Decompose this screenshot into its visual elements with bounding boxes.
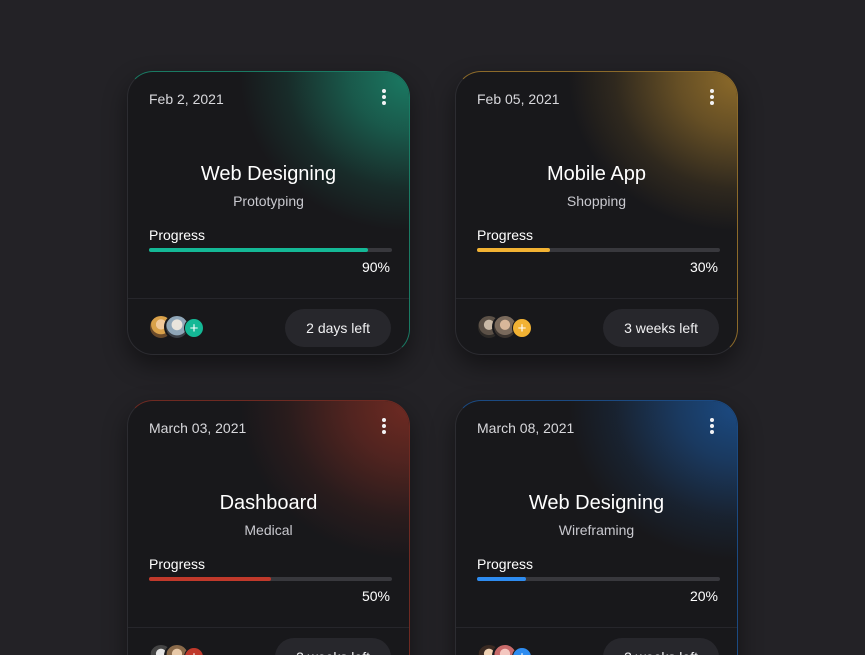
add-member-icon[interactable]: + [184,647,204,655]
project-card-grid: Feb 2, 2021 Web Designing Prototyping Pr… [0,0,865,655]
due-badge[interactable]: 3 weeks left [275,638,391,655]
member-avatars: + [476,643,556,655]
progress-label: Progress [149,227,206,243]
card-date: Feb 05, 2021 [477,91,560,107]
card-title: Web Designing [528,492,665,514]
more-options-icon[interactable] [705,417,719,435]
more-options-icon[interactable] [705,88,719,106]
card-title: Mobile App [547,163,646,185]
card-divider [456,627,737,628]
card-subtitle: Medical [244,522,293,538]
card-divider [456,298,737,299]
card-subtitle: Wireframing [558,522,635,538]
project-card[interactable]: March 08, 2021 Web Designing Wireframing… [455,400,738,655]
progress-percent: 50% [361,588,390,604]
add-member-icon[interactable]: + [184,318,204,338]
progress-track [149,248,392,252]
card-date: March 08, 2021 [477,420,575,436]
progress-track [477,577,720,581]
progress-track [477,248,720,252]
progress-percent: 30% [689,259,718,275]
card-subtitle: Prototyping [233,193,304,209]
card-divider [128,627,409,628]
due-badge[interactable]: 3 weeks left [603,638,719,655]
progress-label: Progress [477,227,534,243]
card-title: Dashboard [219,492,318,514]
card-divider [128,298,409,299]
project-card[interactable]: Feb 2, 2021 Web Designing Prototyping Pr… [127,71,410,355]
due-badge[interactable]: 2 days left [285,309,391,347]
card-title: Web Designing [200,163,337,185]
add-member-icon[interactable]: + [512,318,532,338]
member-avatars: + [148,314,228,342]
progress-fill [477,577,526,581]
progress-track [149,577,392,581]
add-member-icon[interactable]: + [512,647,532,655]
progress-fill [149,577,271,581]
progress-label: Progress [477,556,534,572]
member-avatars: + [476,314,556,342]
progress-fill [477,248,550,252]
more-options-icon[interactable] [377,417,391,435]
project-card[interactable]: Feb 05, 2021 Mobile App Shopping Progres… [455,71,738,355]
card-date: March 03, 2021 [149,420,247,436]
card-subtitle: Shopping [566,193,627,209]
card-date: Feb 2, 2021 [149,91,224,107]
progress-percent: 90% [361,259,390,275]
progress-percent: 20% [689,588,718,604]
more-options-icon[interactable] [377,88,391,106]
progress-fill [149,248,368,252]
due-badge[interactable]: 3 weeks left [603,309,719,347]
project-card[interactable]: March 03, 2021 Dashboard Medical Progres… [127,400,410,655]
member-avatars: + [148,643,228,655]
progress-label: Progress [149,556,206,572]
